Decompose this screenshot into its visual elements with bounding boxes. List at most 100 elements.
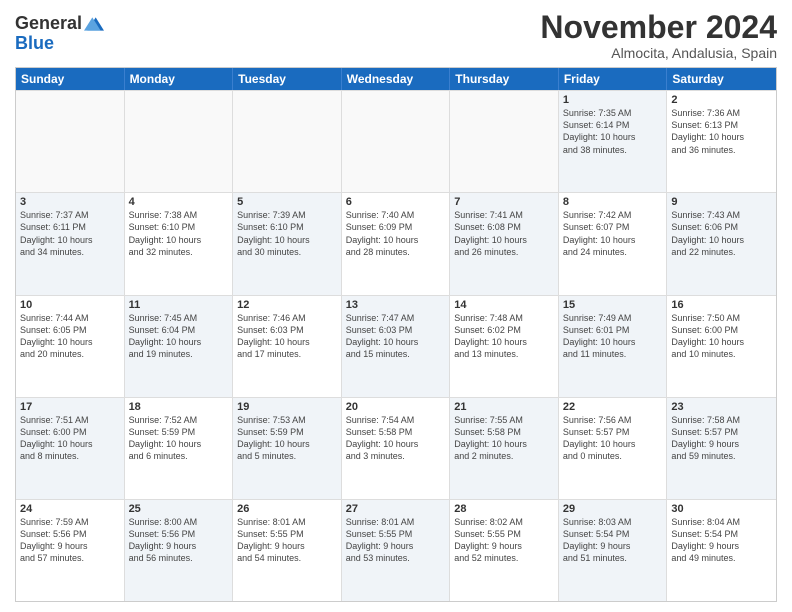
cell-info: Sunrise: 7:56 AM Sunset: 5:57 PM Dayligh…: [563, 414, 663, 463]
cell-info: Sunrise: 7:58 AM Sunset: 5:57 PM Dayligh…: [671, 414, 772, 463]
logo-text-line2: Blue: [15, 33, 54, 53]
day-number: 19: [237, 401, 337, 413]
day-number: 5: [237, 196, 337, 208]
cell-info: Sunrise: 7:47 AM Sunset: 6:03 PM Dayligh…: [346, 312, 446, 361]
cal-cell-4-1: 25Sunrise: 8:00 AM Sunset: 5:56 PM Dayli…: [125, 500, 234, 601]
day-number: 8: [563, 196, 663, 208]
cal-cell-3-4: 21Sunrise: 7:55 AM Sunset: 5:58 PM Dayli…: [450, 398, 559, 499]
header-thursday: Thursday: [450, 68, 559, 90]
day-number: 29: [563, 503, 663, 515]
cell-info: Sunrise: 8:00 AM Sunset: 5:56 PM Dayligh…: [129, 516, 229, 565]
week-row-2: 10Sunrise: 7:44 AM Sunset: 6:05 PM Dayli…: [16, 295, 776, 397]
calendar: Sunday Monday Tuesday Wednesday Thursday…: [15, 67, 777, 602]
cell-info: Sunrise: 7:40 AM Sunset: 6:09 PM Dayligh…: [346, 209, 446, 258]
cell-info: Sunrise: 8:01 AM Sunset: 5:55 PM Dayligh…: [346, 516, 446, 565]
cell-info: Sunrise: 7:44 AM Sunset: 6:05 PM Dayligh…: [20, 312, 120, 361]
day-number: 22: [563, 401, 663, 413]
cal-cell-4-3: 27Sunrise: 8:01 AM Sunset: 5:55 PM Dayli…: [342, 500, 451, 601]
day-number: 11: [129, 299, 229, 311]
day-number: 3: [20, 196, 120, 208]
cell-info: Sunrise: 7:48 AM Sunset: 6:02 PM Dayligh…: [454, 312, 554, 361]
cell-info: Sunrise: 7:42 AM Sunset: 6:07 PM Dayligh…: [563, 209, 663, 258]
cal-cell-0-3: [342, 91, 451, 192]
cal-cell-2-2: 12Sunrise: 7:46 AM Sunset: 6:03 PM Dayli…: [233, 296, 342, 397]
cell-info: Sunrise: 7:43 AM Sunset: 6:06 PM Dayligh…: [671, 209, 772, 258]
day-number: 12: [237, 299, 337, 311]
cell-info: Sunrise: 8:04 AM Sunset: 5:54 PM Dayligh…: [671, 516, 772, 565]
cal-cell-1-0: 3Sunrise: 7:37 AM Sunset: 6:11 PM Daylig…: [16, 193, 125, 294]
cell-info: Sunrise: 7:59 AM Sunset: 5:56 PM Dayligh…: [20, 516, 120, 565]
cal-cell-4-2: 26Sunrise: 8:01 AM Sunset: 5:55 PM Dayli…: [233, 500, 342, 601]
cal-cell-1-6: 9Sunrise: 7:43 AM Sunset: 6:06 PM Daylig…: [667, 193, 776, 294]
location: Almocita, Andalusia, Spain: [540, 45, 777, 61]
cal-cell-2-1: 11Sunrise: 7:45 AM Sunset: 6:04 PM Dayli…: [125, 296, 234, 397]
day-number: 6: [346, 196, 446, 208]
cal-cell-1-1: 4Sunrise: 7:38 AM Sunset: 6:10 PM Daylig…: [125, 193, 234, 294]
cell-info: Sunrise: 7:36 AM Sunset: 6:13 PM Dayligh…: [671, 107, 772, 156]
cell-info: Sunrise: 8:02 AM Sunset: 5:55 PM Dayligh…: [454, 516, 554, 565]
cal-cell-3-5: 22Sunrise: 7:56 AM Sunset: 5:57 PM Dayli…: [559, 398, 668, 499]
page: General Blue November 2024 Almocita, And…: [0, 0, 792, 612]
day-number: 2: [671, 94, 772, 106]
cal-cell-4-6: 30Sunrise: 8:04 AM Sunset: 5:54 PM Dayli…: [667, 500, 776, 601]
month-title: November 2024: [540, 10, 777, 45]
logo: General Blue: [15, 14, 104, 54]
cal-cell-0-2: [233, 91, 342, 192]
day-number: 21: [454, 401, 554, 413]
cell-info: Sunrise: 7:50 AM Sunset: 6:00 PM Dayligh…: [671, 312, 772, 361]
day-number: 28: [454, 503, 554, 515]
day-number: 14: [454, 299, 554, 311]
cal-cell-1-5: 8Sunrise: 7:42 AM Sunset: 6:07 PM Daylig…: [559, 193, 668, 294]
calendar-header: Sunday Monday Tuesday Wednesday Thursday…: [16, 68, 776, 90]
cell-info: Sunrise: 8:01 AM Sunset: 5:55 PM Dayligh…: [237, 516, 337, 565]
header-monday: Monday: [125, 68, 234, 90]
cell-info: Sunrise: 7:39 AM Sunset: 6:10 PM Dayligh…: [237, 209, 337, 258]
cal-cell-0-6: 2Sunrise: 7:36 AM Sunset: 6:13 PM Daylig…: [667, 91, 776, 192]
cal-cell-1-2: 5Sunrise: 7:39 AM Sunset: 6:10 PM Daylig…: [233, 193, 342, 294]
day-number: 4: [129, 196, 229, 208]
cal-cell-0-4: [450, 91, 559, 192]
cell-info: Sunrise: 7:54 AM Sunset: 5:58 PM Dayligh…: [346, 414, 446, 463]
week-row-0: 1Sunrise: 7:35 AM Sunset: 6:14 PM Daylig…: [16, 90, 776, 192]
cell-info: Sunrise: 7:37 AM Sunset: 6:11 PM Dayligh…: [20, 209, 120, 258]
cal-cell-2-5: 15Sunrise: 7:49 AM Sunset: 6:01 PM Dayli…: [559, 296, 668, 397]
cal-cell-3-2: 19Sunrise: 7:53 AM Sunset: 5:59 PM Dayli…: [233, 398, 342, 499]
cell-info: Sunrise: 7:38 AM Sunset: 6:10 PM Dayligh…: [129, 209, 229, 258]
logo-text-line1: General: [15, 14, 82, 34]
header-saturday: Saturday: [667, 68, 776, 90]
cell-info: Sunrise: 7:53 AM Sunset: 5:59 PM Dayligh…: [237, 414, 337, 463]
header-sunday: Sunday: [16, 68, 125, 90]
cell-info: Sunrise: 7:45 AM Sunset: 6:04 PM Dayligh…: [129, 312, 229, 361]
day-number: 26: [237, 503, 337, 515]
day-number: 23: [671, 401, 772, 413]
cal-cell-2-6: 16Sunrise: 7:50 AM Sunset: 6:00 PM Dayli…: [667, 296, 776, 397]
cal-cell-3-3: 20Sunrise: 7:54 AM Sunset: 5:58 PM Dayli…: [342, 398, 451, 499]
day-number: 16: [671, 299, 772, 311]
day-number: 25: [129, 503, 229, 515]
cell-info: Sunrise: 7:51 AM Sunset: 6:00 PM Dayligh…: [20, 414, 120, 463]
logo-icon: [84, 14, 104, 34]
cell-info: Sunrise: 7:46 AM Sunset: 6:03 PM Dayligh…: [237, 312, 337, 361]
cal-cell-3-1: 18Sunrise: 7:52 AM Sunset: 5:59 PM Dayli…: [125, 398, 234, 499]
day-number: 30: [671, 503, 772, 515]
cal-cell-0-5: 1Sunrise: 7:35 AM Sunset: 6:14 PM Daylig…: [559, 91, 668, 192]
day-number: 17: [20, 401, 120, 413]
day-number: 1: [563, 94, 663, 106]
week-row-4: 24Sunrise: 7:59 AM Sunset: 5:56 PM Dayli…: [16, 499, 776, 601]
week-row-3: 17Sunrise: 7:51 AM Sunset: 6:00 PM Dayli…: [16, 397, 776, 499]
day-number: 27: [346, 503, 446, 515]
cal-cell-0-1: [125, 91, 234, 192]
day-number: 7: [454, 196, 554, 208]
week-row-1: 3Sunrise: 7:37 AM Sunset: 6:11 PM Daylig…: [16, 192, 776, 294]
title-block: November 2024 Almocita, Andalusia, Spain: [540, 10, 777, 61]
day-number: 20: [346, 401, 446, 413]
day-number: 13: [346, 299, 446, 311]
header-tuesday: Tuesday: [233, 68, 342, 90]
day-number: 9: [671, 196, 772, 208]
day-number: 15: [563, 299, 663, 311]
cal-cell-3-0: 17Sunrise: 7:51 AM Sunset: 6:00 PM Dayli…: [16, 398, 125, 499]
cal-cell-4-4: 28Sunrise: 8:02 AM Sunset: 5:55 PM Dayli…: [450, 500, 559, 601]
cell-info: Sunrise: 7:41 AM Sunset: 6:08 PM Dayligh…: [454, 209, 554, 258]
day-number: 10: [20, 299, 120, 311]
cal-cell-2-4: 14Sunrise: 7:48 AM Sunset: 6:02 PM Dayli…: [450, 296, 559, 397]
